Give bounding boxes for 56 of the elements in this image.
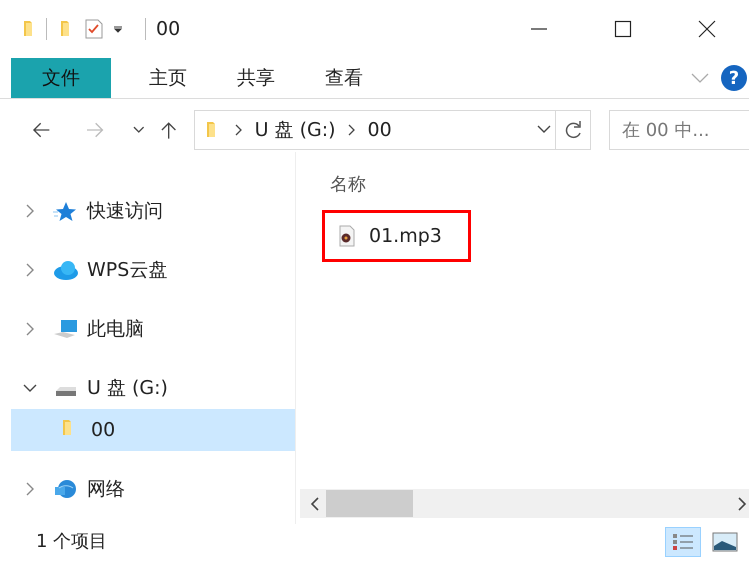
tree-label: 快速访问 <box>87 199 163 224</box>
tree-item[interactable]: 00 <box>11 409 295 451</box>
tree-item[interactable]: 网络 <box>11 468 295 510</box>
dropdown-icon[interactable] <box>113 25 123 33</box>
path-segment[interactable]: U 盘 (G:) <box>254 117 336 143</box>
tree-label: U 盘 (G:) <box>87 376 168 401</box>
expand-icon[interactable] <box>26 482 34 496</box>
network-icon <box>53 478 79 500</box>
close-icon <box>698 20 716 38</box>
folder-icon <box>22 20 34 38</box>
search-field[interactable]: 在 00 中... <box>609 110 749 150</box>
item-count: 1 个项目 <box>36 530 108 554</box>
cloud-icon <box>53 259 79 281</box>
ribbon-tab[interactable]: 文件 <box>11 58 111 98</box>
tree-label: 00 <box>91 419 116 441</box>
expand-icon[interactable] <box>26 204 34 218</box>
chevron-icon <box>348 124 356 136</box>
expand-icon[interactable] <box>26 322 34 336</box>
details-view-button[interactable] <box>665 527 701 557</box>
tree-item[interactable]: WPS云盘 <box>11 249 295 291</box>
details-list-icon <box>672 532 694 552</box>
scroll-right-icon[interactable] <box>737 496 747 510</box>
tree-label: 网络 <box>87 477 125 502</box>
drive-icon <box>56 386 76 396</box>
horizontal-scrollbar[interactable] <box>300 489 749 518</box>
tree-label: WPS云盘 <box>87 258 168 283</box>
expand-ribbon-icon[interactable] <box>691 73 709 83</box>
refresh-icon[interactable] <box>563 120 583 140</box>
window-title: 00 <box>156 18 180 40</box>
back-icon[interactable] <box>32 121 52 139</box>
up-icon[interactable] <box>160 121 178 139</box>
folder-icon <box>204 121 217 139</box>
scroll-left-icon[interactable] <box>310 496 320 510</box>
tree-item[interactable]: 快速访问 <box>11 190 295 232</box>
ribbon-tab[interactable]: 查看 <box>303 58 385 98</box>
tree-item[interactable]: 此电脑 <box>11 308 295 350</box>
file-item[interactable]: 01.mp3 <box>322 210 471 262</box>
thumbnail-icon <box>712 532 738 552</box>
minimize-icon <box>530 28 548 30</box>
tree-item[interactable]: U 盘 (G:) <box>11 367 295 409</box>
collapse-icon[interactable] <box>23 384 37 392</box>
column-header[interactable]: 名称 <box>330 172 749 202</box>
expand-icon[interactable] <box>26 263 34 277</box>
ribbon-tab[interactable]: 主页 <box>127 58 209 98</box>
tree-label: 此电脑 <box>87 317 144 342</box>
file-name: 01.mp3 <box>369 225 442 247</box>
chevron-icon <box>234 124 243 136</box>
dropdown-icon[interactable] <box>537 125 551 135</box>
maximize-icon <box>614 20 632 38</box>
address-bar[interactable]: U 盘 (G:) 00 <box>194 110 591 150</box>
properties-icon[interactable] <box>85 19 103 39</box>
path-segment[interactable]: 00 <box>368 119 392 141</box>
audio-file-icon <box>339 225 355 247</box>
computer-icon <box>53 318 79 340</box>
help-button[interactable]: ? <box>721 65 747 91</box>
ribbon-tab[interactable]: 共享 <box>215 58 297 98</box>
